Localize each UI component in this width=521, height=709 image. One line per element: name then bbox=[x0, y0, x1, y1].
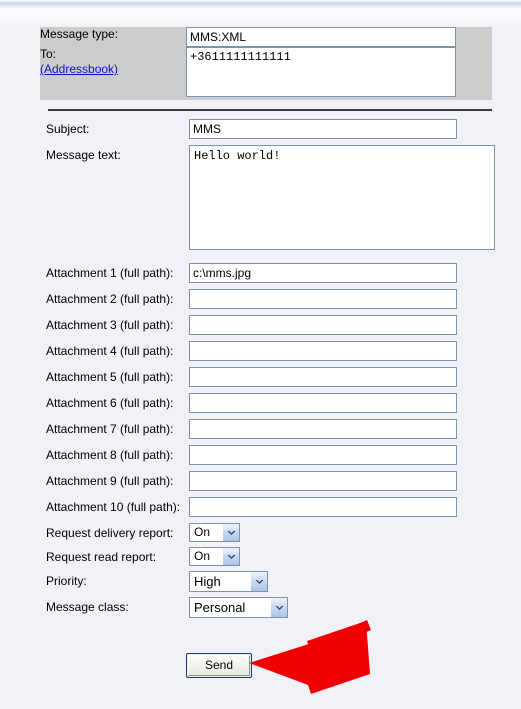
addressbook-link[interactable]: (Addressbook) bbox=[40, 62, 118, 76]
attachment-10-label: Attachment 10 (full path): bbox=[46, 500, 181, 514]
to-label: To: bbox=[40, 47, 57, 61]
row-message-class: Message class: Personal bbox=[0, 597, 521, 618]
subject-input[interactable] bbox=[189, 119, 457, 139]
attachment-1-input[interactable] bbox=[189, 263, 457, 283]
red-arrow-icon bbox=[249, 620, 371, 694]
send-button-focus-ring: Send bbox=[186, 653, 253, 678]
header-pad-cell-1 bbox=[472, 27, 492, 47]
message-header-table: Message type: To: (Addressbook) bbox=[40, 27, 492, 100]
row-attachment-9: Attachment 9 (full path): bbox=[0, 471, 521, 491]
row-attachment-3: Attachment 3 (full path): bbox=[0, 315, 521, 335]
message-type-label: Message type: bbox=[40, 27, 119, 41]
attachment-5-label: Attachment 5 (full path): bbox=[46, 370, 174, 384]
chevron-down-icon[interactable] bbox=[250, 572, 267, 591]
message-class-field: Personal bbox=[189, 597, 288, 618]
priority-field: High bbox=[189, 571, 268, 592]
attachment-10-field bbox=[189, 497, 457, 517]
row-priority: Priority: High bbox=[0, 571, 521, 592]
attachment-2-input[interactable] bbox=[189, 289, 457, 309]
priority-label: Priority: bbox=[46, 574, 87, 588]
message-text-textarea[interactable] bbox=[189, 145, 495, 250]
row-attachment-6: Attachment 6 (full path): bbox=[0, 393, 521, 413]
message-type-label-cell: Message type: bbox=[40, 27, 186, 47]
delivery-report-label: Request delivery report: bbox=[46, 526, 174, 540]
delivery-report-selected-value: On bbox=[194, 525, 211, 539]
send-button-wrapper: Send bbox=[186, 653, 253, 678]
chevron-down-icon[interactable] bbox=[222, 524, 239, 541]
row-delivery-report: Request delivery report: On bbox=[0, 523, 521, 542]
row-read-report: Request read report: On bbox=[0, 547, 521, 566]
message-text-label: Message text: bbox=[46, 148, 121, 162]
delivery-report-field: On bbox=[189, 523, 240, 542]
attachment-9-field bbox=[189, 471, 457, 491]
message-type-field-cell bbox=[186, 27, 472, 47]
attachment-3-label: Attachment 3 (full path): bbox=[46, 318, 174, 332]
row-subject: Subject: bbox=[0, 119, 521, 139]
attachment-8-input[interactable] bbox=[189, 445, 457, 465]
attachment-1-field bbox=[189, 263, 457, 283]
attachment-4-field bbox=[189, 341, 457, 361]
window-top-gradient-band bbox=[0, 0, 521, 9]
row-attachment-2: Attachment 2 (full path): bbox=[0, 289, 521, 309]
row-attachment-8: Attachment 8 (full path): bbox=[0, 445, 521, 465]
attachment-9-input[interactable] bbox=[189, 471, 457, 491]
subject-label: Subject: bbox=[46, 122, 90, 136]
delivery-report-select[interactable]: On bbox=[189, 523, 240, 542]
priority-selected-value: High bbox=[194, 574, 221, 589]
attachment-6-input[interactable] bbox=[189, 393, 457, 413]
attachment-7-label: Attachment 7 (full path): bbox=[46, 422, 174, 436]
attachment-6-field bbox=[189, 393, 457, 413]
to-recipients-textarea[interactable] bbox=[186, 47, 456, 97]
row-attachment-5: Attachment 5 (full path): bbox=[0, 367, 521, 387]
attachment-4-label: Attachment 4 (full path): bbox=[46, 344, 174, 358]
attachment-8-field bbox=[189, 445, 457, 465]
read-report-label: Request read report: bbox=[46, 550, 157, 564]
mms-compose-form: Message type: To: (Addressbook) Subject: bbox=[0, 27, 521, 623]
priority-select[interactable]: High bbox=[189, 571, 268, 592]
read-report-selected-value: On bbox=[194, 549, 211, 563]
attachment-5-field bbox=[189, 367, 457, 387]
section-divider bbox=[48, 109, 492, 111]
attachment-9-label: Attachment 9 (full path): bbox=[46, 474, 174, 488]
table-row-to: To: (Addressbook) bbox=[40, 47, 492, 100]
attachment-1-label: Attachment 1 (full path): bbox=[46, 266, 174, 280]
row-message-text: Message text: bbox=[0, 145, 521, 253]
to-field-cell bbox=[186, 47, 472, 100]
attachment-10-input[interactable] bbox=[189, 497, 457, 517]
chevron-down-icon[interactable] bbox=[222, 548, 239, 565]
row-attachment-4: Attachment 4 (full path): bbox=[0, 341, 521, 361]
subject-field bbox=[189, 119, 457, 139]
row-attachment-10: Attachment 10 (full path): bbox=[0, 497, 521, 517]
attachment-3-input[interactable] bbox=[189, 315, 457, 335]
attachment-2-label: Attachment 2 (full path): bbox=[46, 292, 174, 306]
read-report-select[interactable]: On bbox=[189, 547, 240, 566]
message-text-field bbox=[189, 145, 495, 253]
message-type-input[interactable] bbox=[186, 27, 456, 47]
message-class-select[interactable]: Personal bbox=[189, 597, 288, 618]
window-top-shadow bbox=[0, 9, 521, 27]
attachment-4-input[interactable] bbox=[189, 341, 457, 361]
attachment-2-field bbox=[189, 289, 457, 309]
attachment-6-label: Attachment 6 (full path): bbox=[46, 396, 174, 410]
read-report-field: On bbox=[189, 547, 240, 566]
header-pad-cell-2 bbox=[472, 47, 492, 100]
row-attachment-1: Attachment 1 (full path): bbox=[0, 263, 521, 283]
attachment-7-field bbox=[189, 419, 457, 439]
row-attachment-7: Attachment 7 (full path): bbox=[0, 419, 521, 439]
message-class-selected-value: Personal bbox=[194, 600, 246, 615]
attachment-8-label: Attachment 8 (full path): bbox=[46, 448, 174, 462]
attachment-5-input[interactable] bbox=[189, 367, 457, 387]
send-button[interactable]: Send bbox=[188, 655, 251, 676]
to-label-cell: To: (Addressbook) bbox=[40, 47, 186, 100]
attachment-3-field bbox=[189, 315, 457, 335]
attachment-7-input[interactable] bbox=[189, 419, 457, 439]
message-class-label: Message class: bbox=[46, 600, 129, 614]
chevron-down-icon[interactable] bbox=[270, 598, 287, 617]
table-row-message-type: Message type: bbox=[40, 27, 492, 47]
